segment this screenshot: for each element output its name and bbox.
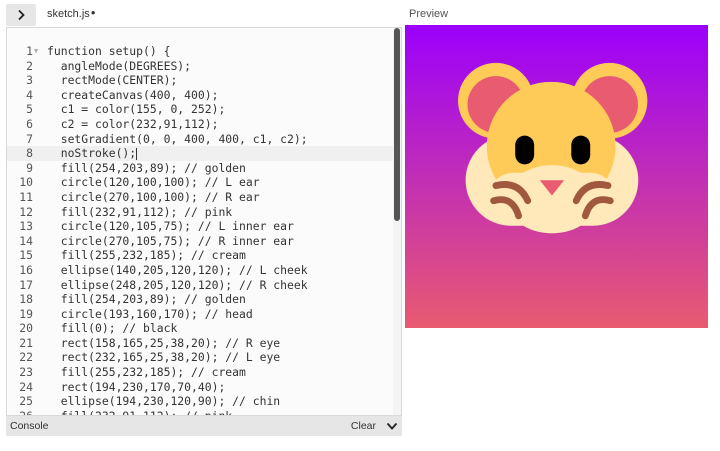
line-number: 7 [26, 131, 33, 146]
code-line[interactable]: 11 circle(270,100,100); // R ear [7, 190, 401, 205]
code-line[interactable]: 25 ellipse(194,230,120,90); // chin [7, 394, 401, 409]
left-eye [515, 135, 535, 165]
expand-sidebar-button[interactable] [6, 4, 36, 26]
code-line[interactable]: 21 rect(158,165,25,38,20); // R eye [7, 336, 401, 351]
line-number: 23 [19, 365, 33, 380]
code-text: rect(194,230,170,70,40); [47, 379, 226, 394]
code-text: fill(232,91,112); // pink [47, 408, 233, 416]
code-line[interactable]: 9 fill(254,203,89); // golden [7, 161, 401, 176]
line-number: 11 [19, 189, 33, 204]
line-number: 15 [19, 248, 33, 263]
code-text: ellipse(140,205,120,120); // L cheek [47, 262, 308, 277]
fold-arrow-icon[interactable]: ▼ [34, 44, 38, 59]
line-number: 18 [19, 292, 33, 307]
code-text: c1 = color(155, 0, 252); [47, 102, 226, 117]
code-text: createCanvas(400, 400); [47, 87, 219, 102]
line-number: 22 [19, 350, 33, 365]
code-line[interactable]: 12 fill(232,91,112); // pink [7, 205, 401, 220]
code-line[interactable]: 2 angleMode(DEGREES); [7, 59, 401, 74]
code-text: ellipse(248,205,120,120); // R cheek [47, 277, 308, 292]
line-number: 14 [19, 233, 33, 248]
line-number: 13 [19, 219, 33, 234]
chevron-right-icon [18, 9, 25, 21]
line-number: 17 [19, 277, 33, 292]
code-line[interactable]: 16 ellipse(140,205,120,120); // L cheek [7, 263, 401, 278]
line-number: 12 [19, 204, 33, 219]
line-number: 19 [19, 306, 33, 321]
code-line[interactable]: 23 fill(255,232,185); // cream [7, 365, 401, 380]
code-line[interactable]: 6 c2 = color(232,91,112); [7, 117, 401, 132]
code-line[interactable]: 19 circle(193,160,170); // head [7, 307, 401, 322]
code-text: circle(120,105,75); // L inner ear [47, 219, 294, 234]
editor-scrollbar[interactable] [393, 28, 401, 415]
preview-label: Preview [409, 8, 449, 20]
chevron-down-icon[interactable] [386, 421, 398, 431]
code-text: circle(120,100,100); // L ear [47, 175, 260, 190]
code-line[interactable]: 4 createCanvas(400, 400); [7, 88, 401, 103]
editor-scrollbar-thumb[interactable] [394, 28, 400, 221]
unsaved-indicator: ● [90, 8, 96, 17]
code-text: function setup() { [47, 44, 171, 58]
code-text: c2 = color(232,91,112); [47, 116, 219, 131]
code-line[interactable]: 24 rect(194,230,170,70,40); [7, 380, 401, 395]
code-line[interactable]: 7 setGradient(0, 0, 400, 400, c1, c2); [7, 132, 401, 147]
line-number: 20 [19, 321, 33, 336]
clear-console-button[interactable]: Clear [351, 420, 376, 432]
code-text: ellipse(194,230,120,90); // chin [47, 394, 281, 409]
hamster-drawing [458, 62, 648, 234]
code-text: angleMode(DEGREES); [47, 58, 192, 73]
code-text: fill(255,232,185); // cream [47, 365, 246, 380]
code-text: circle(193,160,170); // head [47, 306, 253, 321]
code-line[interactable]: 18 fill(254,203,89); // golden [7, 292, 401, 307]
code-lines: 1 ▼ function setup() {2 angleMode(DEGREES)… [7, 44, 401, 416]
line-number: 2 [26, 58, 33, 73]
line-number: 8 [26, 146, 33, 161]
file-name: sketch.js [47, 8, 90, 20]
code-text: rect(158,165,25,38,20); // R eye [47, 335, 281, 350]
console-label: Console [10, 420, 49, 432]
code-line[interactable]: 1 ▼ function setup() { [7, 44, 401, 59]
line-number: 24 [19, 379, 33, 394]
code-line[interactable]: 22 rect(232,165,25,38,20); // L eye [7, 350, 401, 365]
code-text: rectMode(CENTER); [47, 73, 178, 88]
line-number: 5 [26, 102, 33, 117]
line-number: 9 [26, 160, 33, 175]
file-tab[interactable]: sketch.js● [47, 8, 96, 20]
code-line[interactable]: 14 circle(270,105,75); // R inner ear [7, 234, 401, 249]
line-number: 1 [26, 44, 33, 58]
line-number: 10 [19, 175, 33, 190]
code-text: fill(254,203,89); // golden [47, 292, 246, 307]
line-number: 25 [19, 394, 33, 409]
line-number: 4 [26, 87, 33, 102]
code-text: fill(255,232,185); // cream [47, 248, 246, 263]
right-eye [571, 135, 591, 165]
code-line[interactable]: 10 circle(120,100,100); // L ear [7, 175, 401, 190]
code-text: noStroke(); [47, 146, 137, 161]
code-line[interactable]: 17 ellipse(248,205,120,120); // R cheek [7, 278, 401, 293]
code-text: setGradient(0, 0, 400, 400, c1, c2); [47, 131, 308, 146]
code-line[interactable]: 5 c1 = color(155, 0, 252); [7, 102, 401, 117]
code-line[interactable]: 20 fill(0); // black [7, 321, 401, 336]
code-line[interactable]: 3 rectMode(CENTER); [7, 73, 401, 88]
code-line[interactable]: 26 fill(232,91,112); // pink [7, 408, 401, 416]
line-number: 3 [26, 73, 33, 88]
code-line[interactable]: 13 circle(120,105,75); // L inner ear [7, 219, 401, 234]
line-number: 26 [19, 408, 33, 416]
code-text: circle(270,100,100); // R ear [47, 189, 260, 204]
code-text: fill(232,91,112); // pink [47, 204, 233, 219]
code-text: fill(254,203,89); // golden [47, 160, 246, 175]
code-text: rect(232,165,25,38,20); // L eye [47, 350, 281, 365]
code-line[interactable]: 8 noStroke(); [7, 146, 401, 161]
preview-canvas[interactable] [405, 25, 708, 328]
console-bar[interactable]: Console Clear [6, 416, 402, 436]
code-line[interactable]: 15 fill(255,232,185); // cream [7, 248, 401, 263]
line-number: 21 [19, 335, 33, 350]
line-number: 6 [26, 116, 33, 131]
code-text: circle(270,105,75); // R inner ear [47, 233, 294, 248]
code-text: fill(0); // black [47, 321, 178, 336]
line-number: 16 [19, 262, 33, 277]
chin [506, 165, 598, 234]
code-editor[interactable]: 1 ▼ function setup() {2 angleMode(DEGREES)… [6, 27, 402, 416]
